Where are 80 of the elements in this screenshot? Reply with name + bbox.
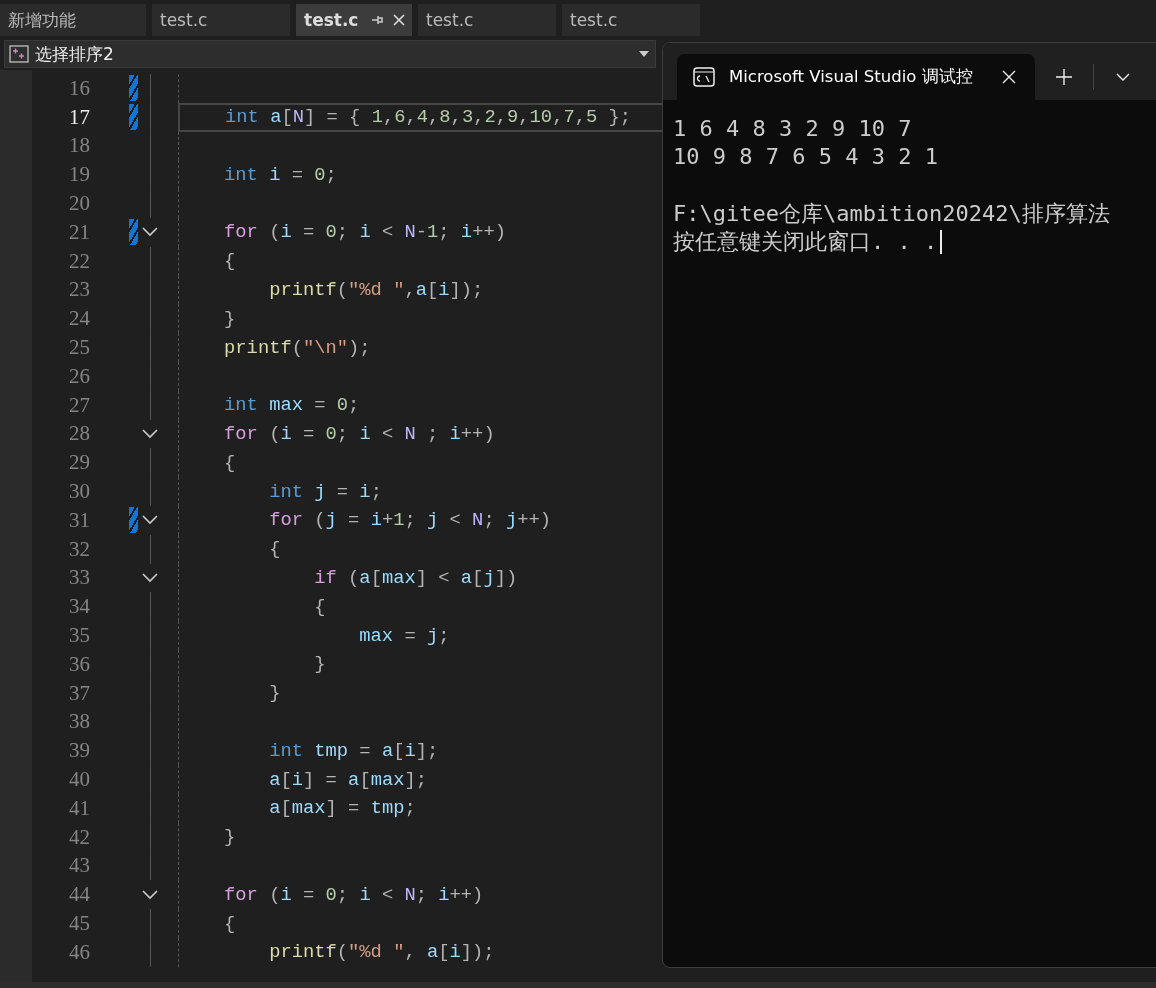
code-line: } [223,307,236,330]
code-line: { [223,250,236,273]
scope-dropdown[interactable]: 选择排序2 [4,40,656,68]
line-number: 35 [68,623,90,649]
code-line: for (i = 0; i < N; i++) [223,883,484,906]
line-number: 26 [68,363,90,389]
code-line: int i = 0; [223,163,337,186]
document-tab[interactable]: test.c [152,4,290,36]
close-icon[interactable] [1001,69,1017,85]
line-number: 39 [68,738,90,764]
code-line: { [268,538,281,561]
line-number: 44 [68,882,90,908]
code-line: printf("%d ",a[i]); [268,278,484,301]
line-number: 38 [68,709,90,735]
line-number: 33 [68,565,90,591]
console-output-line: 1 6 4 8 3 2 9 10 7 [673,115,912,141]
line-number: 18 [68,133,90,159]
code-line: a[max] = tmp; [268,797,416,820]
collapse-chevron-icon[interactable] [142,515,158,526]
terminal-icon [693,67,715,87]
line-number: 29 [68,450,90,476]
code-line: for (i = 0; i < N ; i++) [223,422,495,445]
line-number: 23 [68,277,90,303]
code-line: { [223,912,236,935]
code-line: printf("%d ", a[i]); [268,941,495,964]
code-line: { [223,451,236,474]
line-number: 24 [68,306,90,332]
code-line: } [268,682,281,705]
document-tab[interactable]: 新增功能 [0,4,146,36]
collapse-chevron-icon[interactable] [142,572,158,583]
code-line: for (i = 0; i < N-1; i++) [223,221,506,244]
code-line: int j = i; [268,480,382,503]
console-output-line: 按任意键关闭此窗口. . . [673,228,938,257]
line-number: 43 [68,853,90,879]
line-number: 17 [68,104,90,130]
line-number: 25 [68,335,90,361]
line-number: 27 [68,392,90,418]
line-number: 34 [68,594,90,620]
code-line: max = j; [358,624,450,647]
line-number: 30 [68,479,90,505]
console-output-line: F:\gitee仓库\ambition20242\排序算法 [673,199,1110,228]
code-line: for (j = i+1; j < N; j++) [268,509,552,532]
line-number: 45 [68,911,90,936]
line-number: 36 [68,651,90,677]
document-tab[interactable]: test.c [296,4,412,36]
line-number: 40 [68,767,90,792]
scope-icon [9,45,29,63]
code-line: if (a[max] < a[j]) [313,566,518,589]
dropdown-icon[interactable] [1116,73,1130,81]
line-number: 46 [68,939,90,965]
line-number: 42 [68,824,90,850]
line-number: 28 [68,421,90,447]
line-number: 22 [68,248,90,274]
line-number: 41 [68,795,90,821]
line-number: 37 [68,680,90,706]
line-number: 21 [68,219,90,245]
code-line: } [313,653,326,676]
line-number: 32 [68,536,90,562]
code-line: int max = 0; [223,394,360,417]
code-line: { [313,595,326,618]
line-number: 19 [68,162,90,188]
document-tab[interactable]: test.c [418,4,556,36]
console-tab[interactable]: Microsoft Visual Studio 调试控 [677,54,1035,100]
code-line: printf("\n"); [223,336,371,359]
pin-icon[interactable] [370,13,384,27]
line-number: 16 [68,75,90,101]
code-line: int tmp = a[i]; [268,739,439,762]
code-line: int a[N] = { 1,6,4,8,3,2,9,10,7,5 }; [224,106,632,129]
line-number: 20 [68,191,90,217]
new-tab-icon[interactable] [1055,68,1073,86]
collapse-chevron-icon[interactable] [142,227,158,238]
collapse-chevron-icon[interactable] [142,889,158,900]
console-output-line: 10 9 8 7 6 5 4 3 2 1 [673,144,938,170]
dropdown-caret-icon [639,51,649,57]
close-icon[interactable] [392,13,406,27]
collapse-chevron-icon[interactable] [142,428,158,439]
code-line: a[i] = a[max]; [268,768,427,791]
line-number: 31 [68,507,90,533]
document-tab[interactable]: test.c [562,4,700,36]
code-line: } [223,826,236,849]
